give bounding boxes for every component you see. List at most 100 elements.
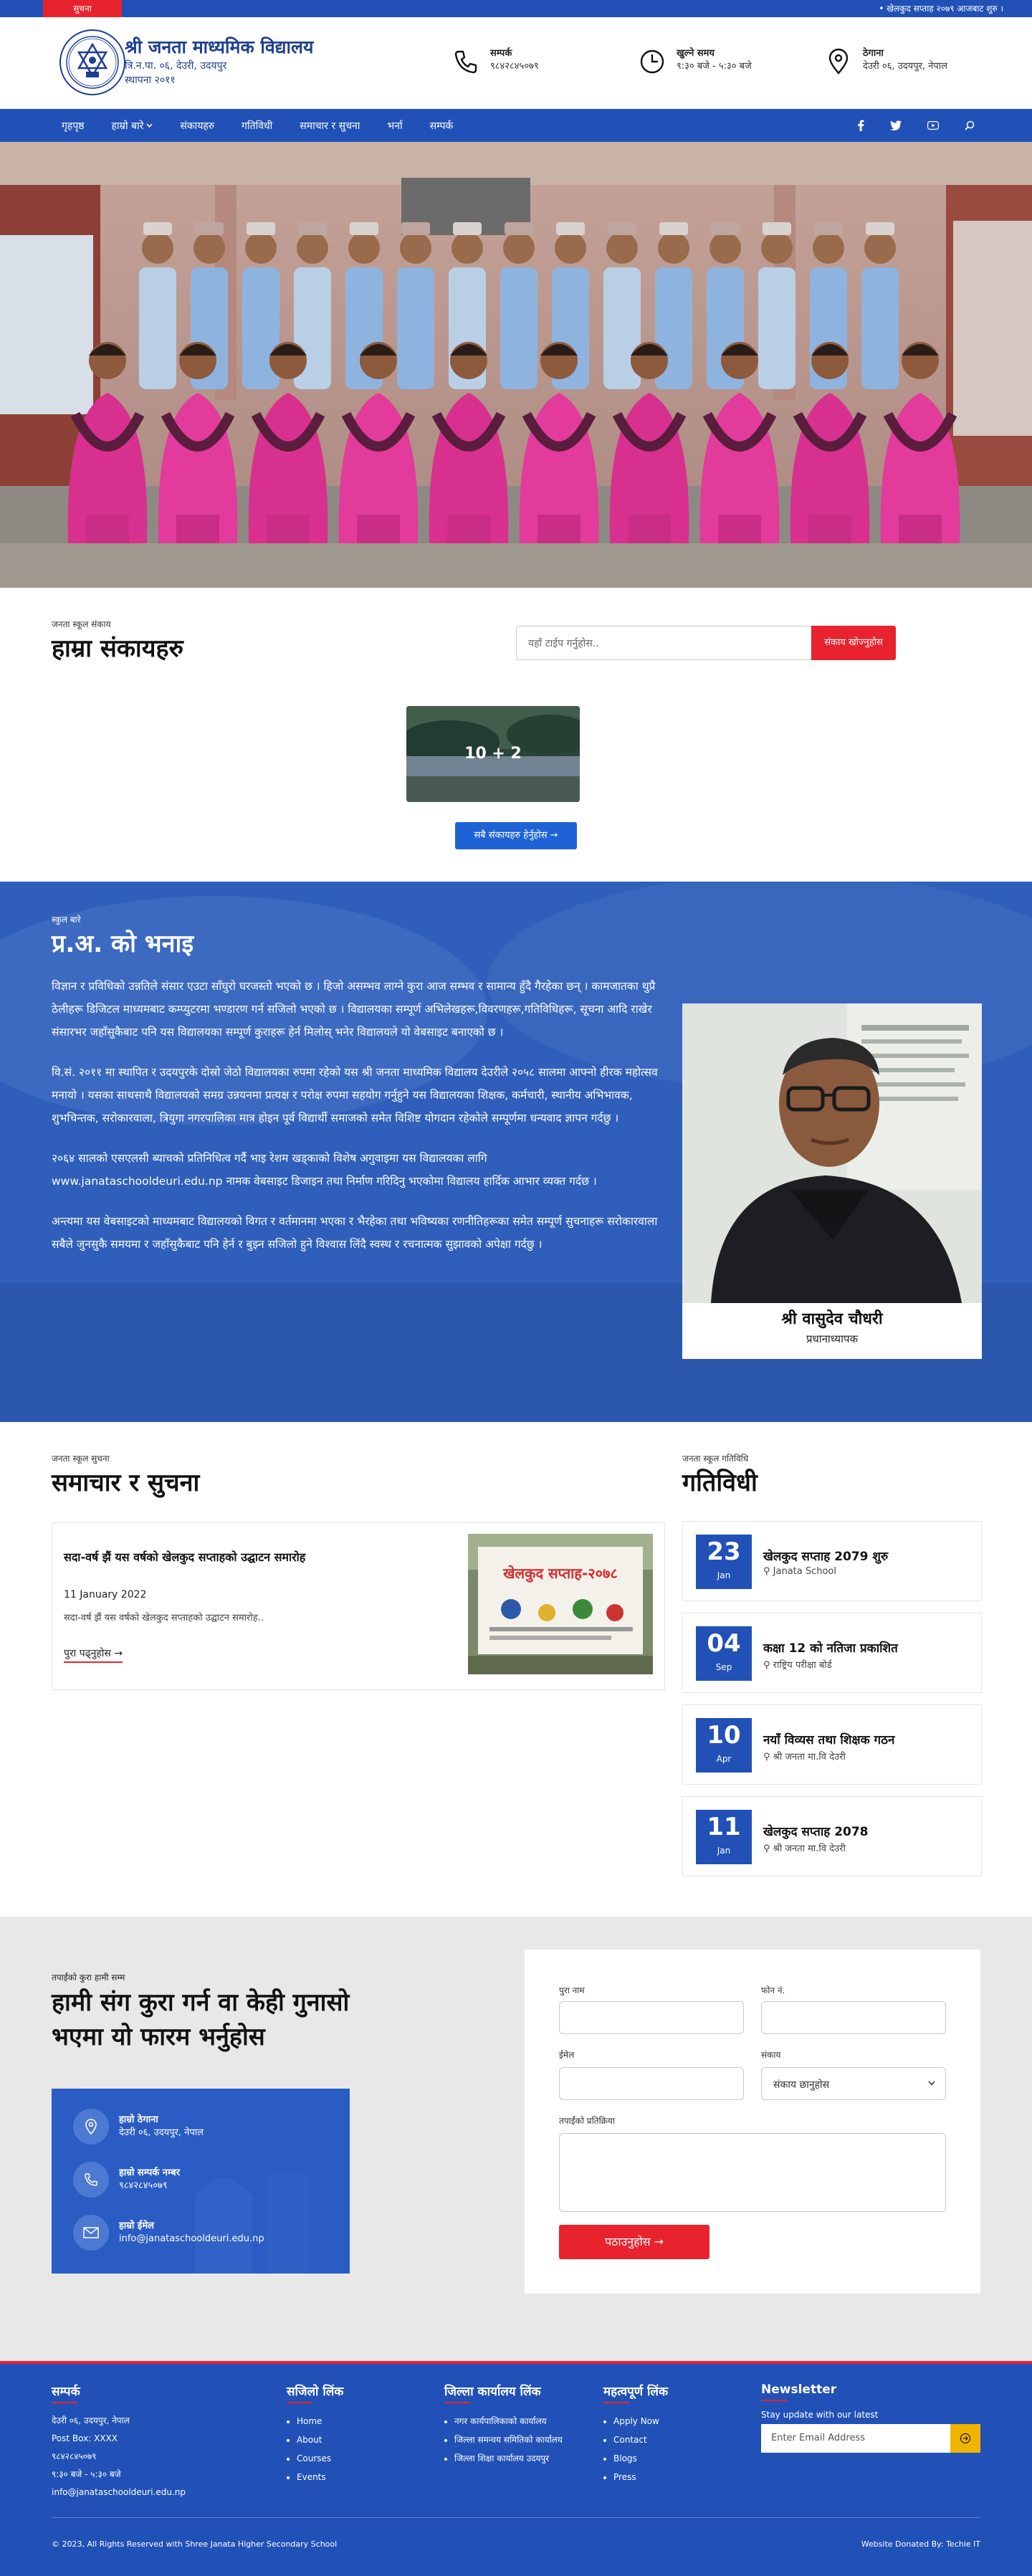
news-title[interactable]: सदा-वर्ष झैं यस वर्षको खेलकुद सप्ताहको उ… <box>64 1549 305 1565</box>
read-more-link[interactable]: पुरा पढ्नुहोस → <box>64 1646 123 1663</box>
message-paragraph: २०६४ सालको एसएलसी ब्याचको प्रतिनिधित्व ग… <box>52 1152 597 1188</box>
news-image[interactable]: खेलकुद सप्ताह-२०७८ <box>468 1534 653 1674</box>
contact-phone: हाम्रो सम्पर्क नम्बर ९८४२८४५०७९ <box>73 2162 180 2198</box>
footer-link[interactable]: Apply Now <box>613 2412 668 2430</box>
nav-item-admission[interactable]: भर्ना <box>387 119 402 133</box>
contact-value[interactable]: ९८४२८४५०७९ <box>490 60 539 73</box>
activity-title[interactable]: खेलकुद सप्ताह 2078 <box>763 1823 869 1839</box>
footer-contact-line: Post Box: XXXX <box>52 2433 118 2443</box>
contact-email: हाम्रो ईमेल info@janataschooldeuri.edu.np <box>73 2215 264 2251</box>
donated-by-text[interactable]: Website Donated By: Techie IT <box>861 2539 980 2549</box>
footer-important-links: महत्वपूर्ण लिंक Apply Now Contact Blogs … <box>603 2382 668 2486</box>
principal-message: विज्ञान र प्रविधिको उन्नतिले संसार एउटा … <box>52 975 661 1273</box>
nav-item-news[interactable]: समाचार र सुचना <box>300 119 360 133</box>
faculty-select-value: संकाय छानुहोस <box>773 2079 830 2091</box>
faculty-search-input[interactable]: यहाँ टाईप गर्नुहोस.. <box>528 636 599 650</box>
newsletter-email-input[interactable]: Enter Email Address <box>761 2424 950 2453</box>
twitter-icon[interactable] <box>890 120 902 130</box>
view-all-faculties-button[interactable]: सबै संकायहरु हेर्नुहोस → <box>455 822 577 849</box>
activity-title[interactable]: नयाँ विव्यस तथा शिक्षक गठन <box>763 1731 894 1747</box>
phone-field[interactable] <box>761 2001 946 2034</box>
nav-item-contact[interactable]: सम्पर्क <box>430 119 454 133</box>
contact-title: सम्पर्क <box>490 48 512 59</box>
search-icon[interactable] <box>965 120 975 130</box>
ticker-text[interactable]: खेलकुद सप्ताह २०७९ आजबाट शुरु । <box>887 4 1003 14</box>
news-excerpt: सदा-वर्ष झैं यस वर्षको खेलकुद सप्ताहको उ… <box>64 1613 264 1623</box>
faculty-select[interactable]: संकाय छानुहोस <box>761 2067 946 2100</box>
nav-item-faculties[interactable]: संकायहरु <box>180 119 214 133</box>
message-label: तपाईंको प्रतिक्रिया <box>559 2116 615 2126</box>
name-field[interactable] <box>559 2001 744 2034</box>
hours-value: ९:३० बजे - ५:३० बजे <box>677 61 752 72</box>
footer-link[interactable]: Events <box>297 2468 343 2486</box>
footer-link[interactable]: जिल्ला शिक्षा कार्यालय उदयपुर <box>454 2449 563 2468</box>
activity-item[interactable]: 11 Jan खेलकुद सप्ताह 2078 ⚲ श्री जनता मा.… <box>682 1796 982 1876</box>
footer-link[interactable]: Contact <box>613 2430 668 2449</box>
school-established: स्थापना २०११ <box>125 75 176 86</box>
nav-item-about[interactable]: हाम्रो बारे <box>112 119 153 133</box>
section-eyebrow: स्कुल बारे <box>52 915 81 925</box>
section-title: हामी संग कुरा गर्न वा केही गुनासो भएमा य… <box>52 1988 350 2051</box>
location-title: ठेगाना <box>863 48 884 59</box>
notice-ticker[interactable]: • खेलकुद सप्ताह २०७९ आजबाट शुरु । <box>879 0 1003 17</box>
activity-title[interactable]: खेलकुद सप्ताह 2079 शुरु <box>763 1547 888 1564</box>
facebook-icon[interactable] <box>857 120 864 131</box>
footer-useful-links: सजिलो लिंक Home About Courses Events <box>287 2382 343 2486</box>
activity-location: ⚲ श्री जनता मा.वि देउरी <box>763 1750 846 1762</box>
hours-title: खुल्ने समय <box>677 48 715 59</box>
activity-date: 23 Jan <box>696 1535 752 1589</box>
faculty-card[interactable]: 10 + 2 <box>406 706 580 802</box>
section-title: प्र.अ. को भनाइ <box>52 930 194 958</box>
arrow-right-icon[interactable] <box>950 2424 980 2453</box>
submit-button[interactable]: पठाउनुहोस → <box>559 2225 710 2259</box>
faculties-section: जनता स्कूल संकाय हाम्रा संकायहरु यहाँ टा… <box>0 588 1032 882</box>
footer-link[interactable]: Courses <box>297 2449 343 2468</box>
footer-link[interactable]: जिल्ला समन्वय समितिको कार्यालय <box>454 2430 563 2449</box>
activity-item[interactable]: 23 Jan खेलकुद सप्ताह 2079 शुरु ⚲ Janata S… <box>682 1521 982 1601</box>
footer-link[interactable]: About <box>297 2430 343 2449</box>
footer-contact: सम्पर्क देउरी ०६, उदयपुर, नेपाल Post Box… <box>52 2382 186 2501</box>
activity-day: 10 <box>707 1721 741 1750</box>
footer-link[interactable]: नगर कार्यपालिकाको कार्यालय <box>454 2412 563 2430</box>
contact-item-value[interactable]: info@janataschooldeuri.edu.np <box>119 2233 264 2246</box>
footer-bottom: © 2023, All Rights Reserved with Shree J… <box>52 2517 980 2549</box>
footer-contact-line[interactable]: info@janataschooldeuri.edu.np <box>52 2484 186 2501</box>
footer-contact-line: ९:३० बजे - ५:३० बजे <box>52 2469 121 2479</box>
activity-item[interactable]: 10 Apr नयाँ विव्यस तथा शिक्षक गठन ⚲ श्री … <box>682 1704 982 1785</box>
school-name[interactable]: श्री जनता माध्यमिक विद्यालय <box>125 36 313 59</box>
newsletter-label: Stay update with our latest <box>761 2410 879 2420</box>
faculty-search-button[interactable]: संकाय खोज्नुहोस <box>811 626 896 660</box>
school-logo[interactable] <box>59 29 126 96</box>
contact-item-value[interactable]: ९८४२८४५०७९ <box>119 2180 180 2193</box>
section-eyebrow: तपाईंको कुरा हामी सम्म <box>52 1972 125 1983</box>
section-title: हाम्रा संकायहरु <box>52 634 183 663</box>
copyright-text: © 2023, All Rights Reserved with Shree J… <box>52 2539 338 2549</box>
email-field[interactable] <box>559 2067 744 2100</box>
youtube-icon[interactable] <box>927 121 939 130</box>
message-field[interactable] <box>559 2133 946 2212</box>
contact-item-value: देउरी ०६, उदयपुर, नेपाल <box>119 2127 204 2138</box>
activity-day: 11 <box>707 1813 741 1841</box>
activity-month: Apr <box>716 1754 732 1764</box>
section-eyebrow: जनता स्कूल संकाय <box>52 619 111 629</box>
faculty-card-label: 10 + 2 <box>464 745 522 763</box>
social-links <box>831 109 975 142</box>
footer-link[interactable]: Blogs <box>613 2449 668 2468</box>
activities-title: गतिविधी <box>682 1469 758 1497</box>
activity-location-text: श्री जनता मा.वि देउरी <box>773 1843 846 1854</box>
activity-title[interactable]: कक्षा 12 को नतिजा प्रकाशित <box>763 1639 898 1656</box>
nav-item-home[interactable]: गृहपृष्ठ <box>62 119 85 133</box>
activity-item[interactable]: 04 Sep कक्षा 12 को नतिजा प्रकाशित ⚲ राष्ट… <box>682 1613 982 1693</box>
footer-contact-line[interactable]: ९८४२८४५०७९ <box>52 2448 186 2466</box>
activity-location: ⚲ Janata School <box>763 1566 836 1577</box>
nav-item-activities[interactable]: गतिविधी <box>242 119 272 133</box>
footer-heading: सम्पर्क <box>52 2382 186 2403</box>
news-section: जनता स्कूल सुचना समाचार र सुचना जनता स्क… <box>0 1422 1032 1917</box>
hero-photo <box>0 142 1032 588</box>
footer-link[interactable]: Home <box>297 2412 343 2430</box>
footer-district-links: जिल्ला कार्यालय लिंक नगर कार्यपालिकाको क… <box>444 2382 563 2468</box>
phone-icon <box>73 2162 109 2198</box>
footer-link[interactable]: Press <box>613 2468 668 2486</box>
map-pin-icon: ⚲ <box>763 1566 773 1577</box>
contact-info-box: हाम्रो ठेगाना देउरी ०६, उदयपुर, नेपाल हाम… <box>52 2089 350 2274</box>
